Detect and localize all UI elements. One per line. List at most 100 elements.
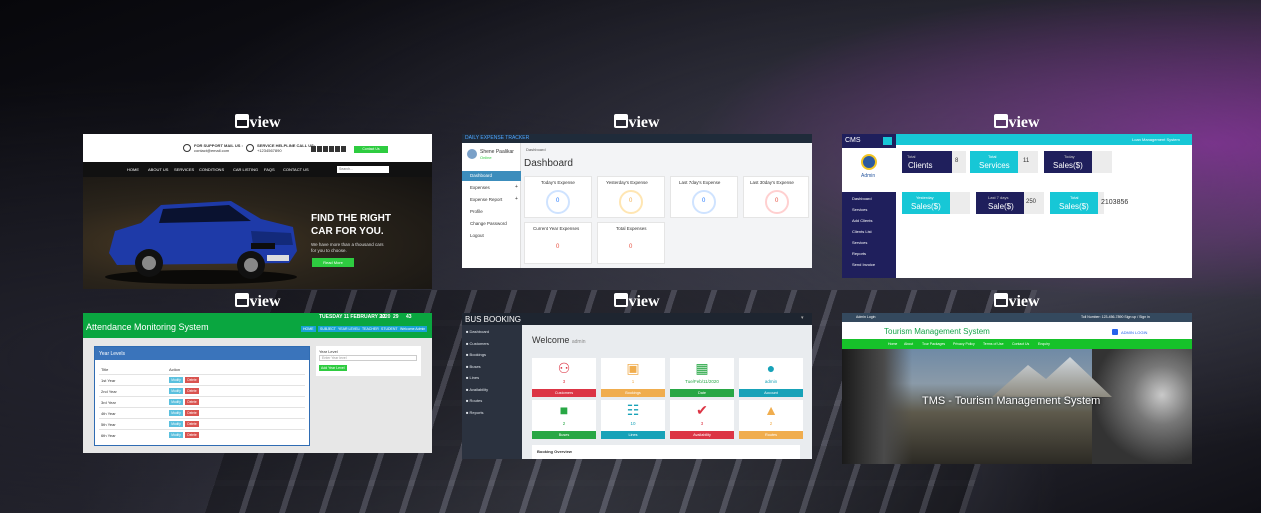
- window-icon: [235, 114, 250, 128]
- cms-screenshot[interactable]: CMS Admin Dashboard Services Add Clients…: [842, 134, 1192, 278]
- nav-about[interactable]: About: [904, 342, 913, 346]
- search-input[interactable]: Search...: [337, 166, 389, 173]
- dashboard-tile[interactable]: ✔ 3 Availability: [670, 400, 734, 439]
- view-link-4[interactable]: view: [228, 293, 288, 310]
- sidebar-item-logout[interactable]: Logout: [470, 233, 484, 238]
- view-link-3[interactable]: view: [987, 114, 1047, 131]
- brand-logo: CMS: [845, 137, 861, 144]
- dashboard-tile[interactable]: ■ 2 Buses: [532, 400, 596, 439]
- view-link-1[interactable]: view: [228, 114, 288, 131]
- attendance-screenshot[interactable]: Attendance Monitoring System TUESDAY 11 …: [83, 313, 432, 453]
- sidebar-item-change-password[interactable]: Change Password: [470, 221, 507, 226]
- nav-home[interactable]: Home: [888, 342, 897, 346]
- profile-box: Admin: [842, 148, 896, 192]
- delete-button[interactable]: Delete: [185, 410, 199, 416]
- nav-faqs[interactable]: FAQS: [264, 167, 275, 172]
- dashboard-tile[interactable]: ☷ 10 Lines: [601, 400, 665, 439]
- stat-card: Yesterday's Expense 0: [597, 176, 665, 218]
- modify-button[interactable]: Modify: [169, 421, 183, 427]
- dashboard-tile[interactable]: ▦ Tue/Feb/11/2020 Date: [670, 358, 734, 397]
- top-strip: Admin Login Toll Number: 123-456-7890 Si…: [842, 313, 1192, 322]
- hero-banner: FIND THE RIGHT CAR FOR YOU. We have more…: [83, 177, 432, 289]
- sidebar-item-clients-list[interactable]: Clients List: [852, 229, 872, 234]
- sidebar-item-services[interactable]: Services: [852, 207, 867, 212]
- hero-title: TMS - Tourism Management System: [922, 395, 1101, 407]
- nav-enquiry[interactable]: Enquiry: [1038, 342, 1050, 346]
- stat-tile: Total Sales($): [1050, 192, 1098, 214]
- sidebar-item[interactable]: ■ Bookings: [466, 352, 486, 357]
- add-year-level-button[interactable]: Add Year Level: [319, 365, 347, 371]
- nav-teacher[interactable]: TEACHER: [360, 326, 381, 332]
- stat-card: Last 30day's Expense 0: [743, 176, 809, 218]
- sidebar-item-expense-report[interactable]: Expense Report: [470, 197, 502, 202]
- nav-services[interactable]: SERVICES: [174, 167, 194, 172]
- stat-tile: Total Services: [970, 151, 1018, 173]
- expense-tracker-screenshot[interactable]: DAILY EXPENSE TRACKER Shene Paalikar Onl…: [462, 134, 812, 268]
- delete-button[interactable]: Delete: [185, 421, 199, 427]
- admin-login-link[interactable]: ADMIN LOGIN: [1121, 330, 1147, 335]
- nav-home[interactable]: HOME: [301, 326, 316, 332]
- user-menu-icon[interactable]: ▾: [801, 315, 804, 321]
- hero-banner: TMS - Tourism Management System: [842, 349, 1192, 464]
- menu-toggle-icon[interactable]: [883, 137, 892, 145]
- nav-student[interactable]: STUDENT: [379, 326, 400, 332]
- sidebar-item[interactable]: ■ Buses: [466, 364, 481, 369]
- sidebar-item-dashboard[interactable]: Dashboard: [852, 196, 872, 201]
- car-portal-screenshot[interactable]: FOR SUPPORT MAIL US : contact@email.com …: [83, 134, 432, 289]
- top-bar: Loan Management System: [896, 134, 1192, 145]
- nav-terms[interactable]: Terms of Use: [983, 342, 1004, 346]
- table-row: 1st Year Modify Delete: [99, 374, 305, 384]
- sidebar-item-dashboard[interactable]: Dashboard: [462, 171, 521, 181]
- stat-tile: Yesterday Sales($): [902, 192, 950, 214]
- year-level-input[interactable]: Enter Year level: [319, 355, 417, 361]
- app-title: BUS BOOKING: [465, 315, 522, 324]
- dashboard-tile[interactable]: ● admin Account: [739, 358, 803, 397]
- sidebar-item[interactable]: ■ Customers: [466, 341, 489, 346]
- add-year-level-form: Year Level Enter Year level Add Year Lev…: [316, 346, 421, 376]
- sidebar-item[interactable]: ■ Reports: [466, 410, 484, 415]
- nav-conditions[interactable]: CONDITIONS: [199, 167, 224, 172]
- sidebar-item[interactable]: ■ Availability: [466, 387, 488, 392]
- sidebar-item-add-clients[interactable]: Add Clients: [852, 218, 872, 223]
- nav-tour-packages[interactable]: Tour Packages: [922, 342, 945, 346]
- stat-tile: Last 7 days Sale($): [976, 192, 1024, 214]
- sidebar-item-services-2[interactable]: Services: [852, 240, 867, 245]
- modify-button[interactable]: Modify: [169, 388, 183, 394]
- app-header: DAILY EXPENSE TRACKER: [462, 134, 812, 143]
- sidebar-item-profile[interactable]: Profile: [470, 209, 483, 214]
- view-link-2[interactable]: view: [607, 114, 667, 131]
- dashboard-tile[interactable]: ▲ 2 Routes: [739, 400, 803, 439]
- bus-booking-screenshot[interactable]: BUS BOOKING ▾ ■ Dashboard ■ Customers ■ Bo…: [462, 313, 812, 459]
- read-more-button[interactable]: Read More: [312, 258, 354, 267]
- sidebar-item[interactable]: ■ Dashboard: [466, 329, 489, 334]
- sidebar-item-expenses[interactable]: Expenses: [470, 185, 490, 190]
- nav-car-listing[interactable]: CAR LISTING: [233, 167, 258, 172]
- view-link-5[interactable]: view: [607, 293, 667, 310]
- money-icon: ▣: [626, 360, 640, 376]
- nav-subject[interactable]: SUBJECT: [318, 326, 338, 332]
- nav-privacy[interactable]: Privacy Policy: [953, 342, 975, 346]
- dashboard-tile[interactable]: ⚇ 3 Customers: [532, 358, 596, 397]
- nav-home[interactable]: HOME: [127, 167, 139, 172]
- sidebar-item[interactable]: ■ Routes: [466, 398, 482, 403]
- dashboard-tile[interactable]: ▣ 1 Bookings: [601, 358, 665, 397]
- delete-button[interactable]: Delete: [185, 377, 199, 383]
- delete-button[interactable]: Delete: [185, 432, 199, 438]
- modify-button[interactable]: Modify: [169, 377, 183, 383]
- sidebar-item[interactable]: ■ Lines: [466, 375, 479, 380]
- nav-contact[interactable]: Contact Us: [1012, 342, 1029, 346]
- nav-contact[interactable]: CONTACT US: [283, 167, 309, 172]
- modify-button[interactable]: Modify: [169, 432, 183, 438]
- view-link-6[interactable]: view: [987, 293, 1047, 310]
- delete-button[interactable]: Delete: [185, 399, 199, 405]
- tourism-screenshot[interactable]: Admin Login Toll Number: 123-456-7890 Si…: [842, 313, 1192, 464]
- delete-button[interactable]: Delete: [185, 388, 199, 394]
- nav-about[interactable]: ABOUT US: [148, 167, 168, 172]
- social-icons[interactable]: [311, 146, 347, 152]
- modify-button[interactable]: Modify: [169, 410, 183, 416]
- modify-button[interactable]: Modify: [169, 399, 183, 405]
- welcome-menu[interactable]: Welcome Admin: [398, 326, 428, 332]
- sidebar-item-send-invoice[interactable]: Send Invoice: [852, 262, 875, 267]
- contact-button[interactable]: Contact Us: [354, 146, 388, 153]
- sidebar-item-reports[interactable]: Reports: [852, 251, 866, 256]
